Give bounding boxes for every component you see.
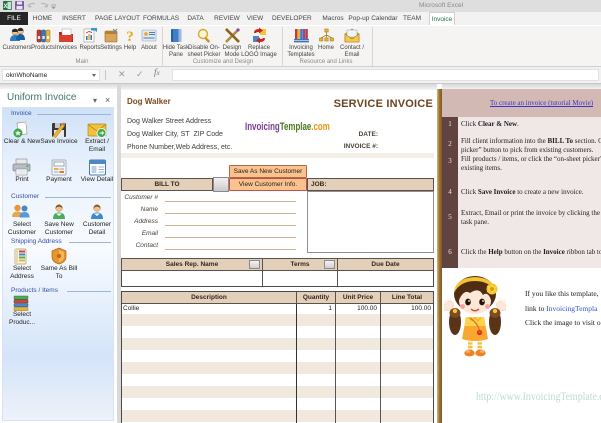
svg-text:?: ? xyxy=(126,29,134,44)
svg-text:X: X xyxy=(3,3,8,10)
